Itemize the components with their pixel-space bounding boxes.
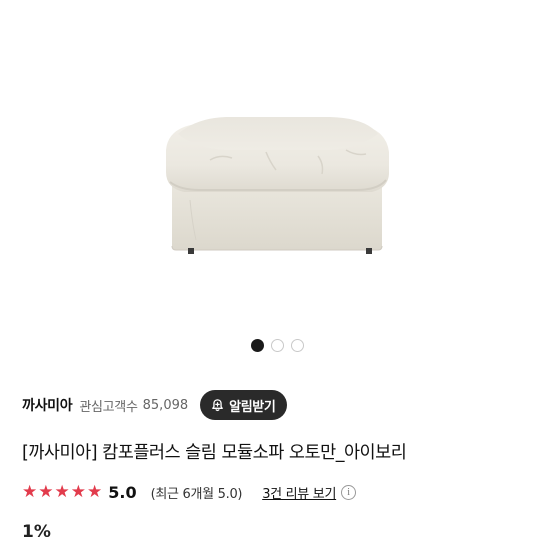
- star-icon: ★: [54, 481, 70, 502]
- star-icon: ★: [38, 481, 54, 502]
- rating-recent: (최근 6개월 5.0): [150, 486, 243, 502]
- product-image[interactable]: [0, 0, 554, 330]
- bell-plus-icon: [210, 398, 225, 413]
- product-title: [까사미아] 캄포플러스 슬림 모듈소파 오토만_아이보리: [22, 443, 407, 463]
- follow-alert-button[interactable]: 알림받기: [200, 390, 288, 420]
- rating-row: ★ ★ ★ ★ ★ 5.0 (최근 6개월 5.0) 3건 리뷰 보기 i: [22, 481, 532, 503]
- discount-rate: 1%: [22, 522, 51, 542]
- carousel-dot-1[interactable]: [250, 339, 264, 352]
- star-icon: ★: [87, 481, 103, 502]
- carousel-dot-2[interactable]: [270, 339, 284, 352]
- carousel-dot-3[interactable]: [290, 339, 304, 352]
- carousel-indicator: [0, 339, 554, 352]
- followers-count: 85,098: [142, 397, 189, 413]
- star-rating: ★ ★ ★ ★ ★: [22, 481, 103, 502]
- seller-name[interactable]: 까사미아: [22, 395, 73, 415]
- info-icon[interactable]: i: [341, 484, 357, 500]
- star-icon: ★: [22, 481, 38, 502]
- star-icon: ★: [70, 481, 86, 502]
- follow-alert-label: 알림받기: [229, 399, 276, 415]
- price-partial: [22, 546, 157, 554]
- ottoman-illustration: [166, 117, 389, 254]
- followers-label: 관심고객수: [79, 399, 138, 415]
- rating-score: 5.0: [108, 482, 137, 502]
- review-link[interactable]: 3건 리뷰 보기: [262, 483, 336, 502]
- seller-row: 까사미아 관심고객수 85,098 알림받기: [22, 388, 532, 422]
